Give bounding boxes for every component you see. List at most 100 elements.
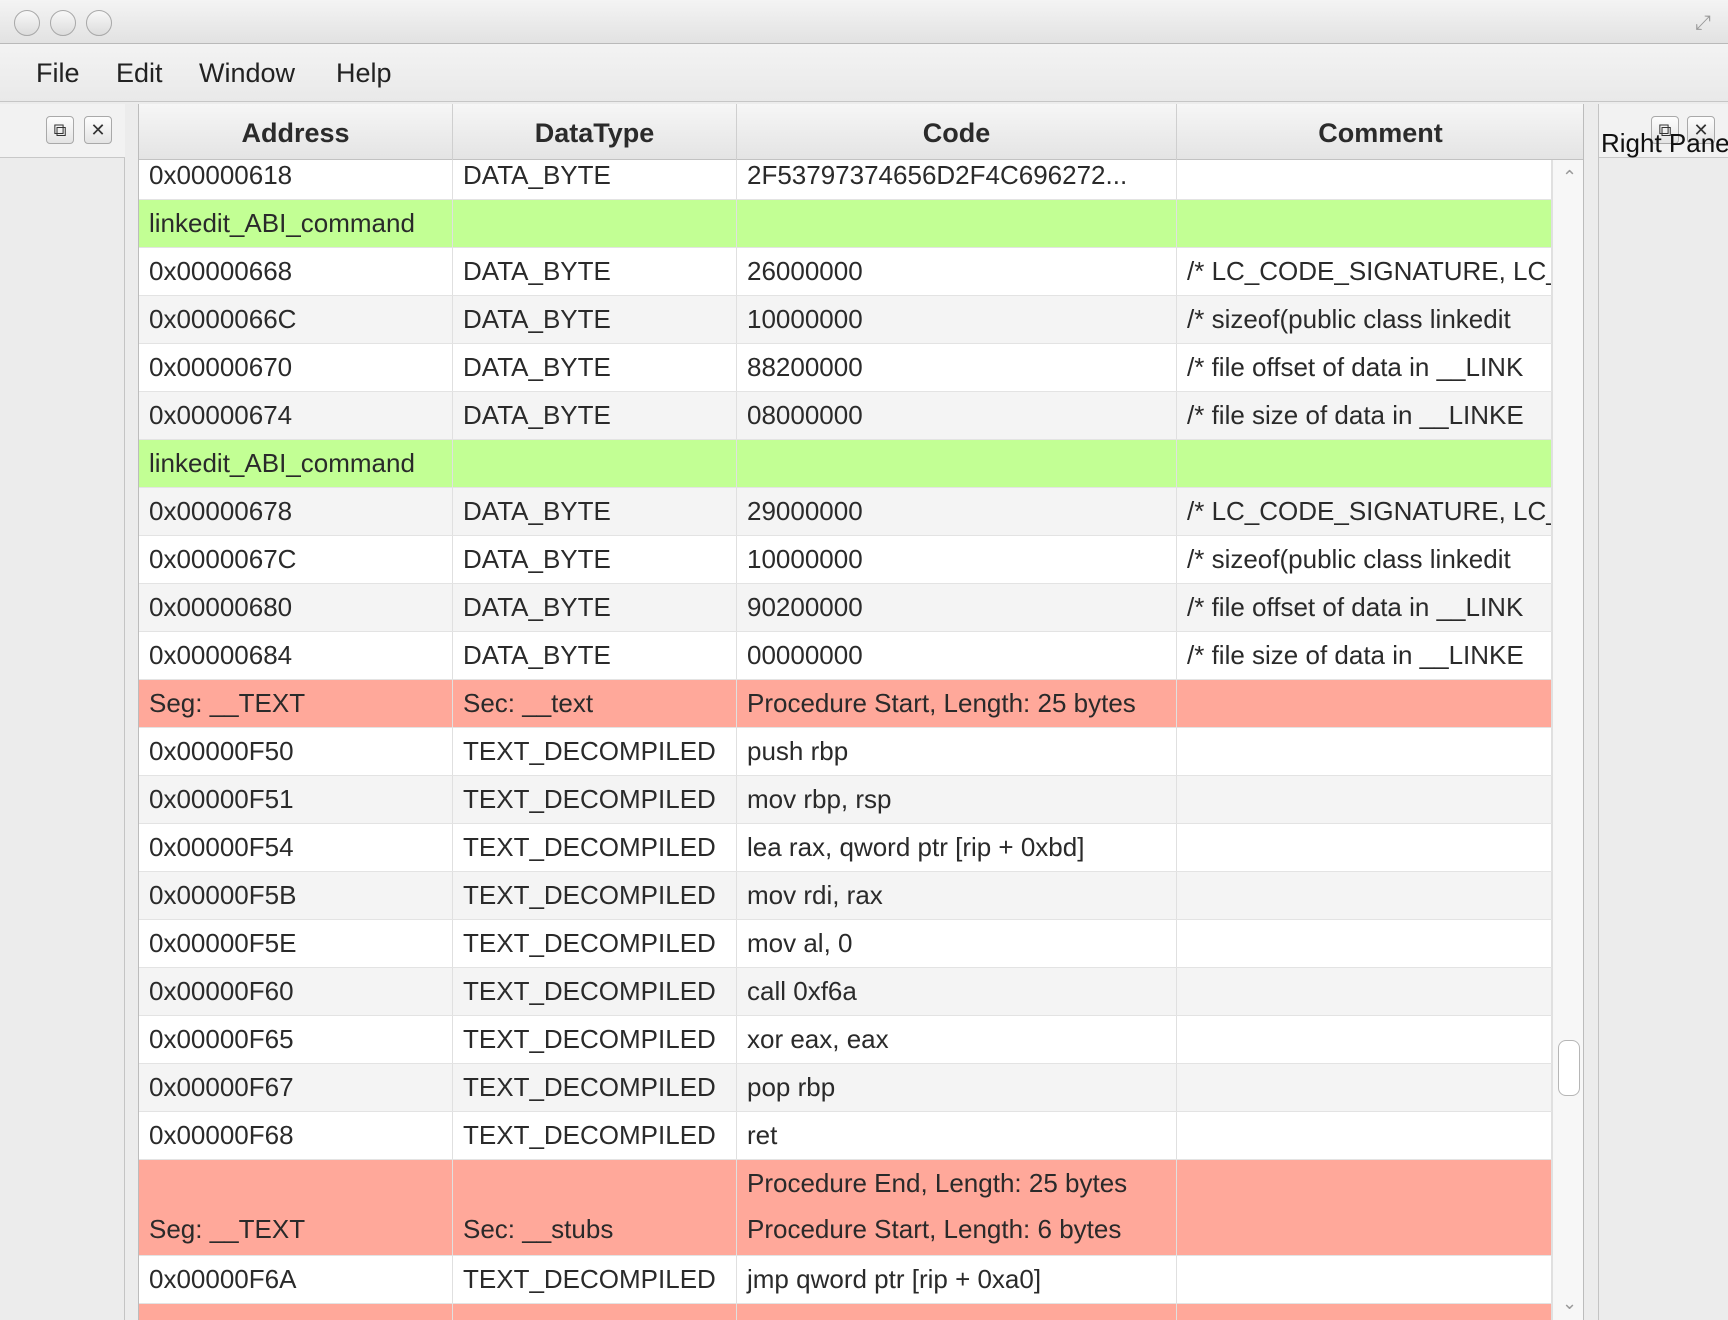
cell-comment (1177, 200, 1552, 247)
menu-bar: File Edit Window Help (0, 44, 1728, 102)
cell-datatype: DATA_BYTE (453, 296, 737, 343)
cell-datatype: DATA_BYTE (453, 632, 737, 679)
table-row[interactable]: 0x0000067C DATA_BYTE 10000000 /* sizeof(pub… (139, 536, 1552, 584)
column-header-comment[interactable]: Comment (1177, 104, 1583, 160)
cell-text: TEXT_DECOMPILED (463, 784, 716, 814)
scroll-thumb[interactable] (1558, 1040, 1580, 1096)
table-row[interactable]: linkedit_ABI_command (139, 440, 1552, 488)
cell-text: TEXT_DECOMPILED (463, 1120, 716, 1150)
table-row[interactable]: 0x00000F54 TEXT_DECOMPILED lea rax, qword … (139, 824, 1552, 872)
table-row[interactable]: 0x00000F65 TEXT_DECOMPILED xor eax, eax (139, 1016, 1552, 1064)
table-row[interactable]: linkedit_ABI_command (139, 200, 1552, 248)
table-row[interactable]: 0x00000684 DATA_BYTE 00000000 /* file size … (139, 632, 1552, 680)
cell-code: Procedure End, Length: 25 bytes Procedure… (737, 1160, 1177, 1255)
table-row[interactable]: 0x00000678 DATA_BYTE 29000000 /* LC_CODE_SI… (139, 488, 1552, 536)
table-row[interactable]: 0x00000670 DATA_BYTE 88200000 /* file offse… (139, 344, 1552, 392)
cell-comment (1177, 824, 1552, 871)
cell-address: 0x00000618 (139, 160, 453, 199)
table-row[interactable]: 0x00000F51 TEXT_DECOMPILED mov rbp, rsp (139, 776, 1552, 824)
cell-address: 0x00000680 (139, 584, 453, 631)
table-row[interactable]: 0x00000618 DATA_BYTE 2F53797374656D2F4C696… (139, 160, 1552, 200)
cell-comment (1177, 680, 1552, 727)
cell-address: 0x00000670 (139, 344, 453, 391)
cell-text: 26000000 (747, 256, 863, 286)
table-row[interactable]: 0x00000F5E TEXT_DECOMPILED mov al, 0 (139, 920, 1552, 968)
cell-text: Seg: __TEXT (149, 1214, 306, 1244)
menu-edit[interactable]: Edit (116, 58, 163, 89)
cell-address: 0x00000F67 (139, 1064, 453, 1111)
table-header: Address DataType Code Comment (139, 104, 1583, 160)
cell-text: 08000000 (747, 400, 863, 430)
fullscreen-icon[interactable]: ⤢ (1692, 12, 1714, 34)
table-row[interactable]: 0x00000F5B TEXT_DECOMPILED mov rdi, rax (139, 872, 1552, 920)
table-row[interactable]: Seg: __TEXT Sec: __text Procedure Start, L… (139, 680, 1552, 728)
cell-datatype: TEXT_DECOMPILED (453, 1064, 737, 1111)
cell-comment (1177, 1160, 1552, 1255)
table-row[interactable]: 0x00000F67 TEXT_DECOMPILED pop rbp (139, 1064, 1552, 1112)
table-row[interactable]: 0x00000674 DATA_BYTE 08000000 /* file size … (139, 392, 1552, 440)
cell-text: TEXT_DECOMPILED (463, 880, 716, 910)
cell-text: mov rdi, rax (747, 880, 883, 910)
table-row[interactable]: 0x00000F6A TEXT_DECOMPILED jmp qword ptr [… (139, 1256, 1552, 1304)
cell-text: mov rbp, rsp (747, 784, 892, 814)
cell-datatype (453, 1304, 737, 1320)
column-header-datatype[interactable]: DataType (453, 104, 737, 160)
cell-text-line: Procedure Start, Length: 6 bytes (747, 1214, 1122, 1244)
zoom-window-button[interactable] (86, 10, 112, 36)
cell-address: 0x00000F60 (139, 968, 453, 1015)
cell-text: /* file offset of data in __LINK (1187, 592, 1524, 622)
cell-code: mov al, 0 (737, 920, 1177, 967)
cell-text-line: Procedure End, Length: 25 bytes (747, 1168, 1128, 1198)
menu-help[interactable]: Help (336, 58, 392, 89)
cell-address: 0x00000F5E (139, 920, 453, 967)
cell-address: 0x00000674 (139, 392, 453, 439)
cell-text: 2F53797374656D2F4C696272... (747, 160, 1128, 190)
column-header-code[interactable]: Code (737, 104, 1177, 160)
table-row[interactable]: 0x00000F60 TEXT_DECOMPILED call 0xf6a (139, 968, 1552, 1016)
cell-address: Seg: __TEXT (139, 680, 453, 727)
cell-code: 26000000 (737, 248, 1177, 295)
cell-code: 2F53797374656D2F4C696272... (737, 160, 1177, 199)
menu-file[interactable]: File (36, 58, 80, 89)
cell-address: 0x00000684 (139, 632, 453, 679)
cell-datatype: TEXT_DECOMPILED (453, 920, 737, 967)
cell-address: 0x00000F65 (139, 1016, 453, 1063)
app-window: ⤢ File Edit Window Help ⧉ ✕ Address Data… (0, 0, 1728, 1320)
cell-code: Procedure Start, Length: 25 bytes (737, 680, 1177, 727)
cell-text: TEXT_DECOMPILED (463, 832, 716, 862)
table-row[interactable]: Seg: __TEXT Sec: __stubs Procedure End, Le… (139, 1160, 1552, 1256)
cell-comment (1177, 872, 1552, 919)
right-pane-header: ⧉ ✕ Right Pane (1599, 104, 1728, 158)
cell-text: DATA_BYTE (463, 496, 611, 526)
restore-icon[interactable]: ⧉ (46, 116, 74, 144)
cell-datatype: DATA_BYTE (453, 536, 737, 583)
cell-text: Sec: __text (463, 688, 594, 718)
title-bar: ⤢ (0, 0, 1728, 44)
table-row[interactable]: 0x00000F50 TEXT_DECOMPILED push rbp (139, 728, 1552, 776)
close-icon[interactable]: ✕ (84, 116, 112, 144)
minimize-window-button[interactable] (50, 10, 76, 36)
column-header-address[interactable]: Address (139, 104, 453, 160)
cell-text: 0x00000F5E (149, 928, 297, 958)
table-row[interactable]: 0x00000668 DATA_BYTE 26000000 /* LC_CODE_SI… (139, 248, 1552, 296)
vertical-scrollbar[interactable]: ⌃ ⌄ (1552, 160, 1583, 1320)
table-row[interactable] (139, 1304, 1552, 1320)
cell-text: /* file size of data in __LINKE (1187, 400, 1524, 430)
cell-text: Procedure Start, Length: 25 bytes (747, 688, 1136, 718)
cell-text: 0x00000670 (149, 352, 293, 382)
cell-text: 29000000 (747, 496, 863, 526)
cell-comment (1177, 1016, 1552, 1063)
table-row[interactable]: 0x00000F68 TEXT_DECOMPILED ret (139, 1112, 1552, 1160)
scroll-up-icon[interactable]: ⌃ (1553, 164, 1583, 190)
table-row[interactable]: 0x0000066C DATA_BYTE 10000000 /* sizeof(pub… (139, 296, 1552, 344)
table-row[interactable]: 0x00000680 DATA_BYTE 90200000 /* file offse… (139, 584, 1552, 632)
cell-text: 0x00000680 (149, 592, 293, 622)
menu-window[interactable]: Window (199, 58, 295, 89)
cell-text: 0x00000F51 (149, 784, 294, 814)
close-window-button[interactable] (14, 10, 40, 36)
scroll-down-icon[interactable]: ⌄ (1553, 1290, 1583, 1316)
cell-address: 0x0000067C (139, 536, 453, 583)
cell-text: 0x00000F65 (149, 1024, 294, 1054)
cell-datatype: TEXT_DECOMPILED (453, 824, 737, 871)
cell-text: TEXT_DECOMPILED (463, 1072, 716, 1102)
